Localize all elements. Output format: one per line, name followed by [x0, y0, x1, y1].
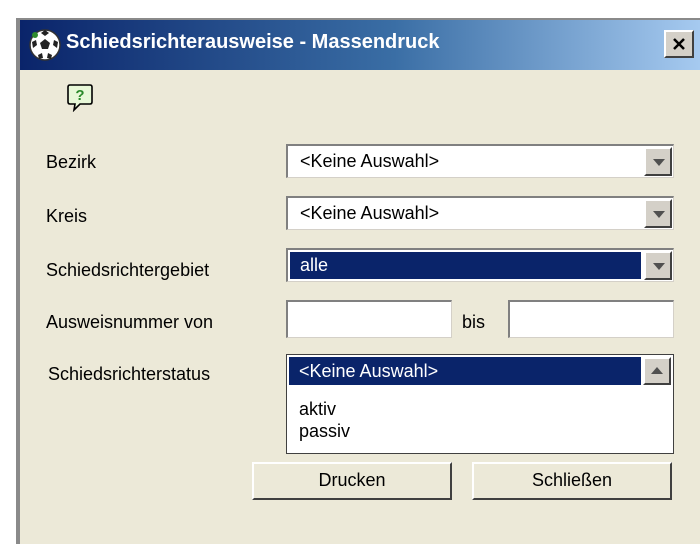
close-window-button[interactable]: [664, 30, 694, 58]
title-bar[interactable]: Schiedsrichterausweise - Massendruck: [20, 20, 700, 70]
schiedsrichtergebiet-select-value: alle: [290, 252, 641, 279]
bezirk-select[interactable]: <Keine Auswahl>: [286, 144, 674, 178]
window-title: Schiedsrichterausweise - Massendruck: [66, 31, 440, 53]
kreis-label: Kreis: [46, 206, 88, 226]
bezirk-dropdown-arrow-icon[interactable]: [644, 147, 672, 176]
status-option-keine-auswahl[interactable]: <Keine Auswahl>: [289, 357, 641, 385]
schiedsrichterstatus-label: Schiedsrichterstatus: [48, 364, 211, 384]
schiedsrichtergebiet-label: Schiedsrichtergebiet: [46, 260, 210, 280]
kreis-dropdown-arrow-icon[interactable]: [644, 199, 672, 228]
soccer-ball-icon: [29, 29, 61, 61]
bis-label: bis: [462, 312, 486, 332]
ausweisnummer-von-input[interactable]: [286, 300, 452, 338]
close-button[interactable]: Schließen: [472, 462, 672, 500]
svg-text:?: ?: [75, 87, 84, 104]
ausweisnummer-bis-input[interactable]: [508, 300, 674, 338]
status-scroll-up-arrow-icon[interactable]: [643, 357, 671, 385]
schiedsrichtergebiet-select[interactable]: alle: [286, 248, 674, 282]
close-icon: [673, 38, 685, 50]
bezirk-select-value: <Keine Auswahl>: [300, 151, 440, 171]
help-question-icon[interactable]: ?: [66, 82, 94, 112]
kreis-select[interactable]: <Keine Auswahl>: [286, 196, 674, 230]
print-button[interactable]: Drucken: [252, 462, 452, 500]
schiedsrichtergebiet-dropdown-arrow-icon[interactable]: [644, 251, 672, 280]
bezirk-label: Bezirk: [46, 152, 97, 172]
dialog-window: Schiedsrichterausweise - Massendruck ? B…: [16, 18, 700, 544]
schiedsrichterstatus-listbox[interactable]: <Keine Auswahl> aktiv passiv: [286, 354, 674, 454]
ausweisnummer-von-label: Ausweisnummer von: [46, 312, 214, 332]
kreis-select-value: <Keine Auswahl>: [300, 203, 440, 223]
status-option-passiv[interactable]: passiv: [289, 417, 641, 445]
